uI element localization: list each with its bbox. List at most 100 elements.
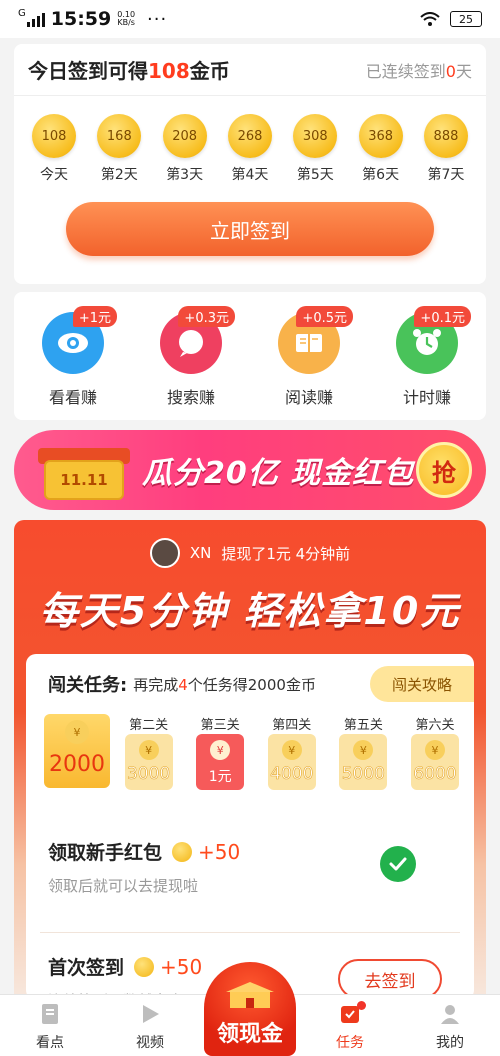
earn-label: 搜索赚 (166, 388, 215, 407)
more-dots-icon: ··· (147, 8, 168, 30)
level-item[interactable]: 第六关 ¥6000 (404, 714, 466, 790)
withdraw-ticker: XN 提现了1元 4分钟前 (14, 538, 486, 568)
coin-icon: 208 (162, 114, 207, 158)
day-label: 第5天 (296, 167, 334, 183)
day-label: 第2天 (100, 167, 138, 183)
speed-unit: KB/s (117, 18, 135, 27)
day-label: 第3天 (166, 167, 204, 183)
go-signin-button[interactable]: 去签到 (338, 959, 442, 999)
signin-streak: 已连续签到0天 (366, 58, 472, 82)
level-amount: 5000 (341, 764, 385, 785)
level-item[interactable]: 第四关 ¥4000 (261, 714, 323, 790)
signin-header: 今日签到可得108金币 已连续签到0天 (14, 44, 486, 96)
gift-box-icon: 11.11 (36, 438, 132, 502)
center-cash-button[interactable]: 领现金 (204, 962, 296, 1056)
level-item[interactable]: 第二关 ¥3000 (118, 714, 180, 790)
earn-label: 计时赚 (402, 388, 451, 407)
level-item[interactable]: ¥2000 (44, 714, 110, 790)
streak-prefix: 已连续签到 (365, 61, 446, 81)
strategy-button[interactable]: 闯关攻略 (370, 666, 474, 702)
level-amount: 1元 (208, 769, 232, 785)
notification-dot (357, 1001, 366, 1010)
level-amount: 4000 (270, 764, 314, 785)
gate-icon (226, 982, 274, 1008)
coin-icon: 268 (227, 114, 272, 158)
nav-item-kandian[interactable]: 看点 (0, 995, 100, 1056)
avatar (149, 538, 180, 568)
red-envelope-icon: ¥6000 (410, 734, 459, 790)
nav-item-video[interactable]: 视频 (100, 995, 200, 1056)
earn-badge: +0.3元 (178, 306, 235, 327)
earn-badge: +0.5元 (296, 306, 353, 327)
earn-read-item[interactable]: +0.5元 阅读赚 (259, 306, 359, 408)
task-name: 首次签到 (48, 957, 125, 979)
play-icon (143, 1005, 159, 1023)
signin-title-suffix: 金币 (189, 59, 230, 83)
banner-text: 瓜分20亿 现金红包 (142, 456, 415, 491)
check-icon (380, 846, 416, 882)
task-section: XN 提现了1元 4分钟前 每天5分钟 轻松拿10元 闯关任务: 再完成4个任务… (14, 520, 486, 1000)
desc-prefix: 再完成 (133, 675, 179, 694)
signin-days: 108 今天 168 第2天 208 第3天 268 第4天 308 第5天 368 第6天… (14, 96, 486, 184)
yen-icon: ¥ (353, 740, 374, 760)
battery-icon: 25 (450, 11, 482, 27)
day-label: 第4天 (231, 167, 269, 183)
yen-icon: ¥ (281, 740, 302, 760)
nav-item-mine[interactable]: 我的 (400, 995, 500, 1056)
signin-day: 208 第3天 (159, 114, 211, 184)
desc-count: 4 (178, 675, 188, 694)
signin-button[interactable]: 立即签到 (66, 202, 434, 256)
wifi-icon (420, 12, 440, 26)
task-headline: 每天5分钟 轻松拿10元 (39, 589, 461, 633)
task-card-desc: 再完成4个任务得2000金币 (133, 674, 316, 695)
grab-button[interactable]: 抢 (416, 442, 472, 498)
earn-watch-item[interactable]: +1元 看看赚 (23, 306, 123, 408)
task-name: 领取新手红包 (48, 842, 163, 864)
red-envelope-icon: ¥4000 (267, 734, 316, 790)
signin-title-prefix: 今日签到可得 (28, 59, 148, 83)
streak-days: 0 (445, 61, 456, 81)
signin-day: 368 第6天 (355, 114, 407, 184)
coin-icon: 108 (32, 114, 76, 158)
level-item[interactable]: 第五关 ¥5000 (332, 714, 394, 790)
coin-icon: 308 (293, 114, 338, 158)
earn-badge: +1元 (72, 306, 117, 327)
signin-title: 今日签到可得108金币 (28, 55, 230, 84)
yen-icon: ¥ (210, 740, 231, 760)
level-item[interactable]: 第三关 ¥1元 (189, 714, 251, 790)
day-label: 第6天 (362, 167, 400, 183)
earn-search-item[interactable]: +0.3元 搜索赚 (141, 306, 241, 408)
nav-item-task[interactable]: 任务 (300, 995, 400, 1056)
earn-timer-item[interactable]: +0.1元 计时赚 (377, 306, 477, 408)
earn-label: 看看赚 (48, 388, 97, 407)
red-envelope-icon: ¥5000 (339, 734, 388, 790)
earn-badge: +0.1元 (414, 306, 471, 327)
desc-suffix: 个任务得2000金币 (187, 675, 316, 694)
nav-label: 我的 (436, 1035, 464, 1051)
withdraw-text: 提现了1元 4分钟前 (221, 544, 351, 563)
coin-icon (134, 956, 155, 977)
day-label: 第7天 (427, 167, 465, 183)
article-icon (42, 1004, 58, 1024)
yen-icon: ¥ (424, 740, 445, 760)
coin-icon: 888 (423, 114, 468, 158)
signin-title-amount: 108 (148, 59, 190, 83)
signal-icon (26, 11, 45, 27)
profile-icon (441, 1005, 459, 1024)
signin-day: 308 第5天 (289, 114, 341, 184)
red-envelope-icon: ¥2000 (44, 714, 110, 788)
task-card-title: 闯关任务: (48, 675, 128, 696)
level-name: 第五关 (343, 718, 383, 733)
level-task-card: 闯关任务: 再完成4个任务得2000金币 闯关攻略 ¥2000 第二关 ¥300… (26, 654, 474, 1000)
signin-day: 108 今天 (28, 114, 80, 184)
center-label: 领现金 (216, 1022, 283, 1047)
level-name: 第三关 (200, 718, 240, 733)
red-envelope-icon: ¥3000 (124, 734, 173, 790)
promo-banner[interactable]: 11.11 瓜分20亿 现金红包 抢 (14, 430, 486, 510)
yen-icon: ¥ (138, 740, 159, 760)
earn-row: +1元 看看赚 +0.3元 搜索赚 +0.5元 阅读赚 +0.1元 计时赚 (14, 292, 486, 420)
earn-label: 阅读赚 (284, 388, 333, 407)
level-amount: 2000 (49, 752, 105, 777)
status-bar: G 15:59 0.10 KB/s ··· 25 (0, 0, 500, 38)
day-label: 今天 (40, 167, 68, 183)
